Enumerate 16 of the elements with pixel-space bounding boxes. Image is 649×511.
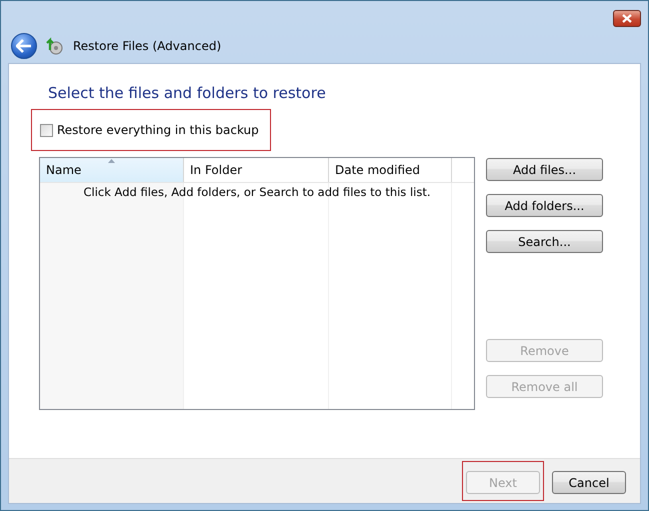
restore-all-checkbox[interactable]: Restore everything in this backup bbox=[32, 110, 270, 150]
side-button[interactable]: Add files... bbox=[486, 158, 603, 181]
side-button[interactable]: Add folders... bbox=[486, 194, 603, 217]
column-header[interactable]: Name bbox=[40, 158, 184, 182]
back-button[interactable] bbox=[11, 32, 37, 58]
window-title: Restore Files (Advanced) bbox=[73, 38, 222, 52]
empty-list-message: Click Add files, Add folders, or Search to add files to this list. bbox=[82, 185, 432, 199]
page-heading: Select the files and folders to restore bbox=[48, 84, 327, 102]
close-icon bbox=[621, 14, 633, 23]
footer-button[interactable]: Cancel bbox=[552, 471, 626, 494]
side-button[interactable]: Search... bbox=[486, 230, 603, 253]
sort-arrow-icon bbox=[108, 159, 115, 163]
back-arrow-icon bbox=[16, 38, 32, 52]
close-button[interactable] bbox=[613, 10, 641, 27]
restore-icon bbox=[45, 36, 65, 56]
file-list[interactable]: Name In Folder Date modified Click Add files, Add folders, or Search to add files to this list. bbox=[39, 157, 475, 410]
